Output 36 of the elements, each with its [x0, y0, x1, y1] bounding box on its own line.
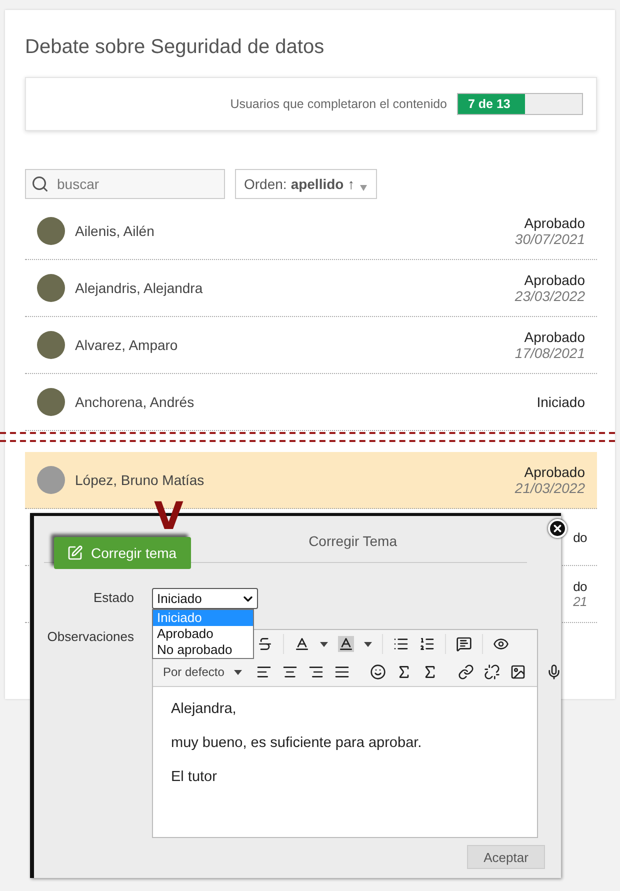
accept-button[interactable]: Aceptar	[467, 845, 545, 869]
user-row[interactable]: Alvarez, Amparo Aprobado 17/08/2021	[25, 317, 597, 374]
user-status: Aprobado	[524, 215, 585, 231]
field-label: Observaciones	[46, 629, 134, 644]
user-date: 21/03/2022	[514, 480, 585, 496]
comment-text: Alejandra,	[171, 701, 238, 717]
user-name: López, Bruno Matías	[75, 472, 206, 488]
user-status: do	[573, 579, 587, 594]
search-field[interactable]: buscar	[25, 169, 225, 199]
user-status: Aprobado	[524, 464, 585, 480]
user-status: Iniciado	[536, 394, 585, 410]
status-select[interactable]: Iniciado	[152, 588, 258, 609]
user-status: do	[573, 530, 587, 544]
user-status: Aprobado	[524, 272, 585, 288]
comment-text: El tutor	[171, 769, 218, 785]
user-row[interactable]: Ailenis, Ailén Aprobado 30/07/2021	[25, 203, 597, 260]
dialog-title: Corregir Tema	[308, 533, 397, 549]
user-row[interactable]: Anchorena, Andrés Iniciado	[25, 374, 597, 431]
sort-dropdown[interactable]: Orden: apellido ↑	[235, 169, 377, 199]
comment-text: muy bueno, es suficiente para aprobar.	[171, 735, 423, 751]
format-dropdown[interactable]: Por defecto	[153, 665, 246, 679]
user-name: Alejandris, Alejandra	[75, 280, 204, 296]
user-date: 23/03/2022	[514, 288, 585, 304]
progress-label: Usuarios que completaron el contenido	[230, 97, 447, 111]
progress-value: 7 de 13	[467, 96, 510, 113]
user-date: 21	[573, 594, 587, 609]
field-label: Estado	[92, 589, 134, 605]
user-name: Ailenis, Ailén	[75, 223, 156, 239]
user-date: 30/07/2021	[514, 231, 585, 247]
user-name: Alvarez, Amparo	[75, 337, 179, 353]
user-name: Anchorena, Andrés	[75, 394, 196, 410]
user-date: 17/08/2021	[514, 345, 585, 361]
user-row[interactable]: Alejandris, Alejandra Aprobado 23/03/2022	[25, 260, 597, 317]
search-input[interactable]: buscar	[55, 175, 209, 193]
user-status: Aprobado	[524, 329, 585, 345]
page-title: Debate sobre Seguridad de datos	[25, 36, 326, 59]
